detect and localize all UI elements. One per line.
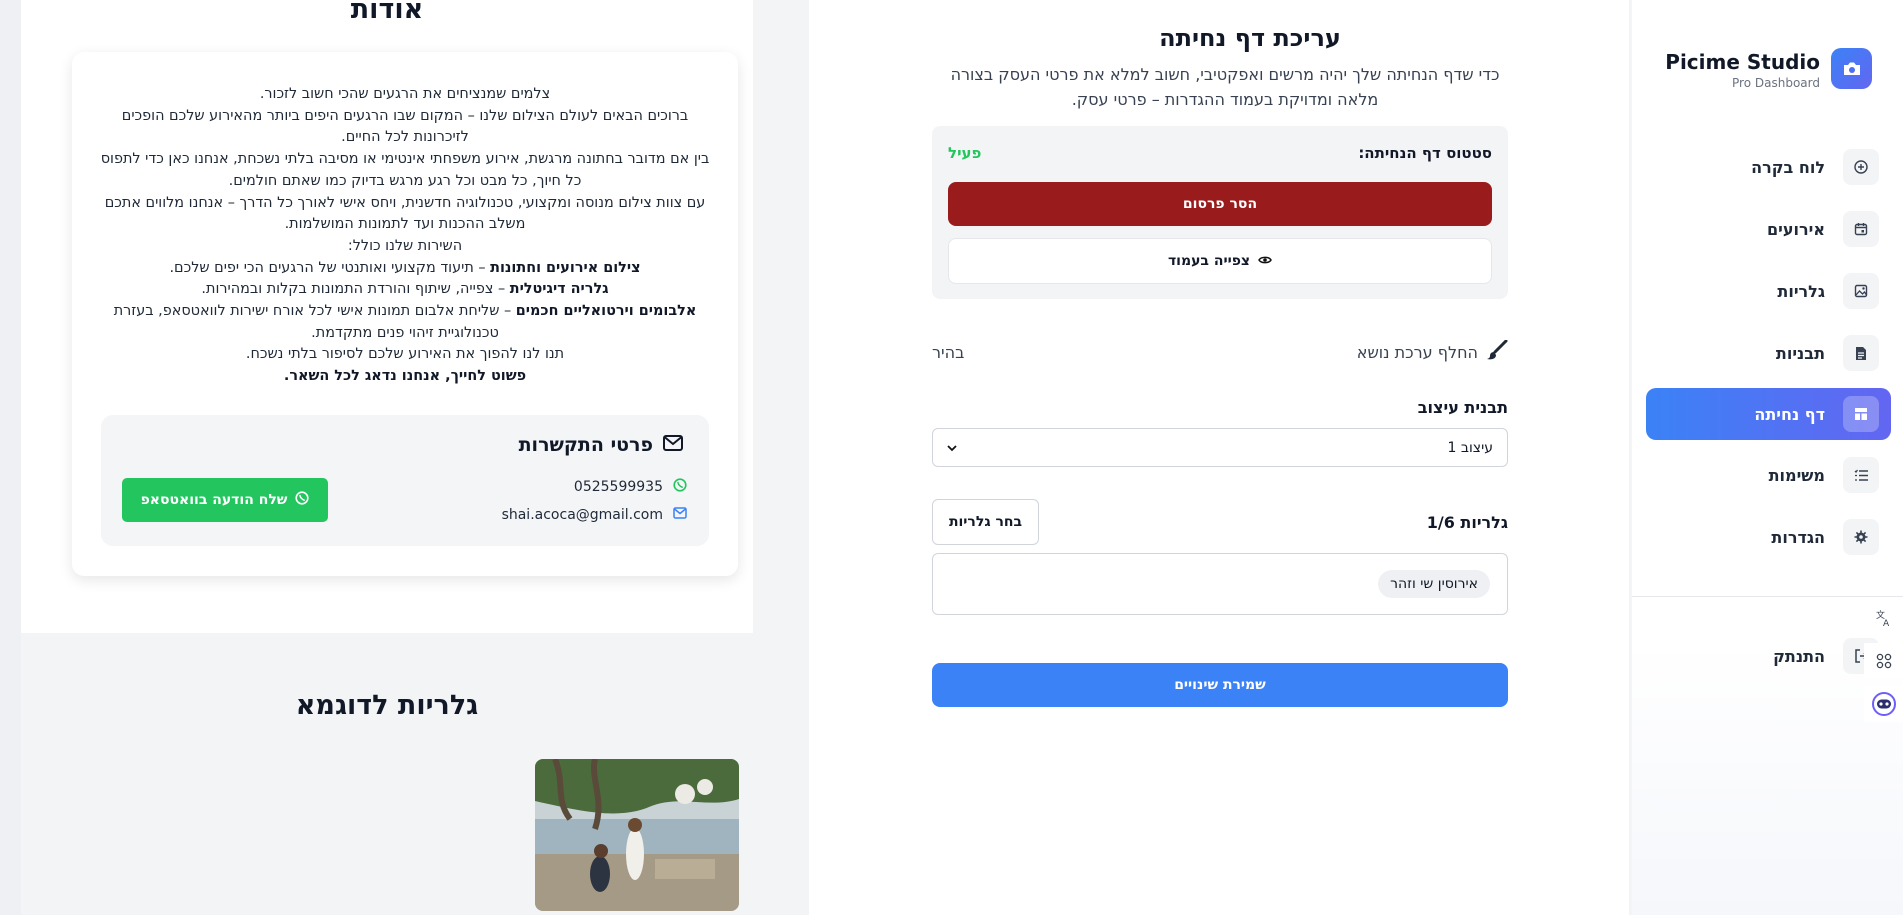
- gallery-thumbnail[interactable]: [535, 759, 739, 911]
- sidebar-item-landing-page[interactable]: דף נחיתה: [1646, 388, 1891, 440]
- sidebar-item-label: דף נחיתה: [1754, 404, 1825, 424]
- sidebar-item-events[interactable]: אירועים: [1646, 203, 1891, 255]
- save-changes-button[interactable]: שמירת שינויים: [932, 663, 1508, 707]
- about-line: גלריה דיגיטלית – צפייה, שיתוף והורדת התמ…: [201, 281, 609, 298]
- sidebar-item-galleries[interactable]: גלריות: [1646, 265, 1891, 317]
- template-select[interactable]: עיצוב 1: [932, 428, 1508, 467]
- sidebar-item-tasks[interactable]: משימות: [1646, 449, 1891, 501]
- logout-button[interactable]: התנתק: [1646, 630, 1891, 682]
- about-line: בין אם מדובר בחתונה מרגשת, אירוע משפחתי …: [100, 151, 710, 189]
- sidebar-item-label: גלריות: [1777, 281, 1825, 301]
- galleries-label: גלריות 1/6: [1426, 513, 1508, 532]
- sidebar-item-label: משימות: [1768, 465, 1825, 485]
- calendar-icon: [1843, 211, 1879, 247]
- camera-icon: [1831, 48, 1872, 89]
- template-select-value: עיצוב 1: [1447, 439, 1493, 456]
- brand-name: Picime Studio: [1665, 50, 1820, 74]
- mail-icon: [663, 434, 683, 456]
- whatsapp-send-button[interactable]: שלח הודעה בוואטסאפ: [122, 478, 328, 522]
- about-title: אודות: [350, 0, 424, 25]
- selected-galleries-box: אירוסין שי וזהר: [932, 553, 1508, 615]
- contact-title: פרטי התקשרות: [519, 434, 683, 456]
- about-line: השירות שלנו כולל:: [347, 237, 463, 254]
- assistant-icon[interactable]: [1864, 686, 1903, 722]
- page-subtitle: כדי שדף הנחיתה שלך יהיה מרשים ואפקטיבי, …: [950, 65, 1500, 109]
- contact-card: פרטי התקשרות 0525599935 shai.acoca@gmail…: [101, 415, 709, 546]
- mail-icon: [673, 507, 687, 523]
- sidebar-item-label: הגדרות: [1771, 527, 1825, 547]
- gallery-section-title: גלריות לדוגמא: [295, 690, 479, 721]
- gallery-chip[interactable]: אירוסין שי וזהר: [1378, 570, 1490, 598]
- contact-title-text: פרטי התקשרות: [518, 434, 653, 456]
- about-text: צלמים שמנציחים את הרגעים שהכי חשוב לזכור…: [100, 84, 710, 388]
- contact-phone[interactable]: 0525599935: [574, 478, 687, 496]
- about-line: ברוכים הבאים לעולם הצילום שלנו – המקום ש…: [121, 107, 689, 146]
- translate-icon[interactable]: 文A: [1864, 600, 1903, 636]
- about-line: צלמים שמנציחים את הרגעים שהכי חשוב לזכור…: [259, 86, 551, 102]
- status-box: סטטוס דף הנחיתה: פעיל הסר פרסום צפייה בע…: [932, 126, 1508, 299]
- theme-mode-value: בהיר: [932, 343, 965, 362]
- sidebar-item-label: לוח בקרה: [1751, 157, 1825, 177]
- eye-icon: [1258, 253, 1272, 269]
- chevron-down-icon: [947, 440, 957, 456]
- view-page-label: צפייה בעמוד: [1167, 253, 1251, 269]
- whatsapp-icon: [673, 478, 687, 496]
- gear-icon: [1843, 519, 1879, 555]
- plus-circle-icon: [1843, 149, 1879, 185]
- svg-text:A: A: [1883, 619, 1890, 627]
- unpublish-button[interactable]: הסר פרסום: [948, 182, 1492, 226]
- status-label: סטטוס דף הנחיתה:: [1358, 144, 1492, 162]
- page-title: עריכת דף נחיתה: [1159, 24, 1341, 52]
- about-line: פשוט לחייך, אנחנו נדאג לכל השאר.: [283, 368, 527, 385]
- sidebar-item-label: תבניות: [1775, 343, 1825, 363]
- theme-toggle-label: החלף ערכת נושא: [1356, 342, 1478, 362]
- list-icon: [1843, 457, 1879, 493]
- document-icon: [1843, 335, 1879, 371]
- phone-text: 0525599935: [573, 479, 663, 495]
- choose-galleries-button[interactable]: בחר גלריות: [932, 499, 1039, 545]
- sidebar-divider: [1632, 596, 1903, 597]
- theme-toggle-button[interactable]: החלף ערכת נושא: [1356, 339, 1508, 364]
- whatsapp-icon: [295, 491, 310, 509]
- theme-row: החלף ערכת נושא בהיר: [932, 339, 1508, 366]
- apps-icon[interactable]: [1864, 643, 1903, 679]
- template-label: תבנית עיצוב: [1417, 398, 1508, 417]
- brand-subtitle: Pro Dashboard: [1732, 76, 1820, 90]
- layout-icon: [1843, 396, 1879, 432]
- about-line: עם צוות צילום מנוסה ומקצועי, טכנולוגיה ח…: [104, 194, 706, 233]
- logout-label: התנתק: [1773, 646, 1825, 666]
- sidebar-item-dashboard[interactable]: לוח בקרה: [1646, 141, 1891, 193]
- image-icon: [1843, 273, 1879, 309]
- sidebar-item-settings[interactable]: הגדרות: [1646, 511, 1891, 563]
- about-line: צילום אירועים וחתונות – תיעוד מקצועי ואו…: [169, 259, 641, 276]
- contact-email[interactable]: shai.acoca@gmail.com: [502, 507, 687, 523]
- status-badge: פעיל: [948, 144, 982, 162]
- sidebar-item-label: אירועים: [1767, 219, 1825, 239]
- about-line: תנו לנו להפוך את האירוע שלכם לסיפור בלתי…: [245, 346, 565, 363]
- email-text: shai.acoca@gmail.com: [501, 507, 663, 523]
- about-line: אלבומים וירטואליים חכמים – שליחת אלבום ת…: [113, 303, 697, 341]
- brush-icon: [1486, 339, 1508, 364]
- view-page-button[interactable]: צפייה בעמוד: [948, 238, 1492, 284]
- gallery-photo: [535, 759, 739, 911]
- whatsapp-send-label: שלח הודעה בוואטסאפ: [140, 492, 288, 508]
- sidebar-item-templates[interactable]: תבניות: [1646, 327, 1891, 379]
